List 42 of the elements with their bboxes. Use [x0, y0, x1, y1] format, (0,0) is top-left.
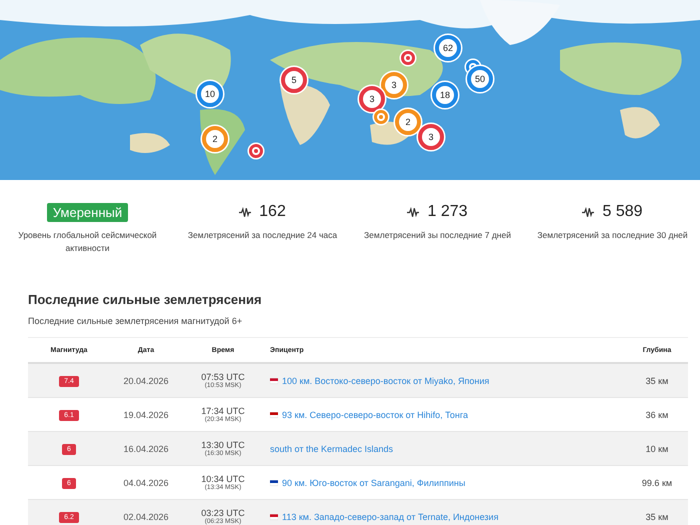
date-cell: 04.04.2026	[123, 478, 169, 488]
earthquake-count: 5 589	[602, 203, 643, 221]
cluster-marker[interactable]: 62	[435, 35, 461, 61]
epicenter-link[interactable]: 93 км. Северо-северо-восток от Hihifo, Тонга	[282, 410, 468, 420]
stat-label: Землетрясений зы последние 7 дней	[364, 229, 511, 242]
cluster-marker[interactable]: 3	[359, 86, 385, 112]
epicenter-link[interactable]: 90 км. Юго-восток от Sarangani, Филиппины	[282, 478, 466, 488]
utc-time: 10:34 UTC	[200, 474, 246, 484]
earthquake-count: 1 273	[427, 203, 468, 221]
activity-level-badge: Умеренный	[46, 202, 128, 222]
earthquake-count: 162	[259, 203, 286, 221]
point-marker[interactable]	[401, 51, 415, 65]
point-marker[interactable]	[249, 144, 263, 158]
depth-cell: 36 км	[646, 410, 668, 420]
cluster-marker[interactable]: 50	[467, 66, 493, 92]
section-subtitle: Последние сильные землетрясения магнитудой 6+	[28, 316, 244, 326]
stat-label: Уровень глобальной сейсмической активности	[17, 229, 158, 255]
cluster-marker[interactable]: 2	[202, 126, 228, 152]
cluster-marker[interactable]: 10	[197, 81, 223, 107]
cluster-marker[interactable]: 18	[432, 82, 458, 108]
cluster-marker[interactable]: 5	[281, 67, 307, 93]
depth-cell: 35 км	[646, 512, 668, 522]
stat-label: Землетрясений за последние 30 дней	[537, 229, 688, 242]
depth-cell: 10 км	[646, 444, 668, 454]
section-title: Последние сильные землетрясения	[28, 292, 263, 307]
date-cell: 16.04.2026	[123, 444, 169, 454]
seismic-wave-icon	[407, 206, 420, 218]
date-cell: 19.04.2026	[123, 410, 169, 420]
date-cell: 02.04.2026	[123, 512, 169, 522]
cluster-marker[interactable]: 2	[395, 109, 421, 135]
depth-cell: 99.6 км	[642, 478, 672, 488]
utc-time: 17:34 UTC	[200, 406, 246, 416]
seismic-wave-icon	[582, 206, 594, 218]
stat-label: Землетрясений за последние 24 часа	[188, 229, 338, 242]
utc-time: 07:53 UTC	[200, 372, 246, 382]
utc-time: 03:23 UTC	[200, 508, 246, 518]
seismic-wave-icon	[239, 206, 252, 218]
utc-time: 13:30 UTC	[200, 440, 246, 450]
date-cell: 20.04.2026	[123, 376, 169, 386]
point-marker[interactable]	[374, 110, 388, 124]
cluster-marker[interactable]: 3	[418, 124, 444, 150]
depth-cell: 35 км	[646, 376, 668, 386]
